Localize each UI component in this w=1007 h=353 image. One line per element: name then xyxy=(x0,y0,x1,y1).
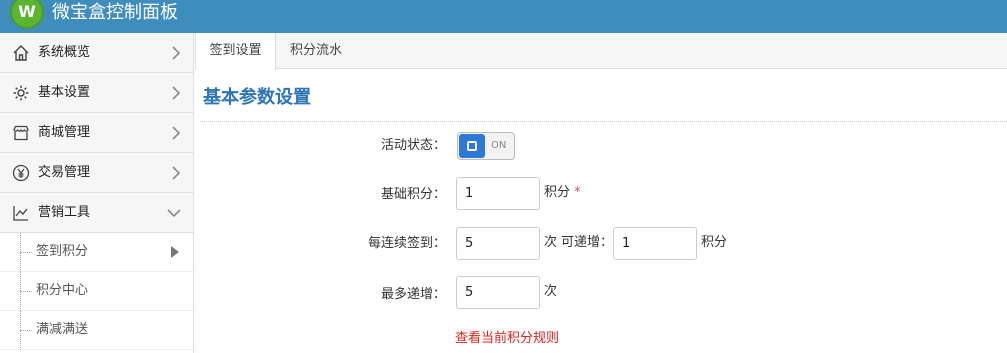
section-divider xyxy=(200,121,1007,122)
home-icon xyxy=(13,45,29,61)
sidebar-item-label: 系统概览 xyxy=(38,45,91,60)
marketing-submenu: 签到积分 积分中心 满减满送 xyxy=(0,233,193,350)
sidebar-subitem-discount[interactable]: 满减满送 xyxy=(0,311,193,350)
section-title: 基本参数设置 xyxy=(203,87,311,108)
app-title: 微宝盒控制面板 xyxy=(52,2,178,23)
sidebar-subitem-label: 满减满送 xyxy=(36,322,89,337)
store-icon xyxy=(13,125,29,141)
sidebar-subitem-label: 签到积分 xyxy=(36,244,89,259)
chevron-right-icon xyxy=(172,166,181,180)
increment-unit: 积分 xyxy=(701,235,728,250)
increment-label: 可递增： xyxy=(561,235,614,250)
sidebar-item-label: 基本设置 xyxy=(38,85,91,100)
max-increment-input[interactable]: 5 xyxy=(456,276,540,309)
chart-icon xyxy=(13,206,28,221)
streak-label: 每连续签到： xyxy=(367,236,446,251)
gear-icon xyxy=(13,85,29,101)
sidebar-item-overview[interactable]: 系统概览 xyxy=(0,33,193,73)
chevron-down-icon xyxy=(167,209,181,218)
unit-text: 积分 xyxy=(544,185,571,200)
activity-status-toggle[interactable]: ON xyxy=(457,132,515,160)
max-increment-label: 最多递增： xyxy=(380,287,446,302)
base-points-unit: 积分 * xyxy=(544,183,581,203)
sidebar-item-basic-settings[interactable]: 基本设置 xyxy=(0,73,193,113)
sidebar-subitem-label: 积分中心 xyxy=(36,283,89,298)
sidebar-item-label: 营销工具 xyxy=(38,205,91,220)
base-points-input[interactable]: 1 xyxy=(456,177,540,210)
active-arrow-icon xyxy=(171,246,179,258)
chevron-right-icon xyxy=(172,46,181,60)
sidebar-item-marketing[interactable]: 营销工具 xyxy=(0,193,193,233)
sidebar-subitem-points-center[interactable]: 积分中心 xyxy=(0,272,193,311)
toggle-knob xyxy=(459,134,485,158)
sidebar-item-label: 商城管理 xyxy=(38,125,91,140)
sidebar-subitem-checkin-points[interactable]: 签到积分 xyxy=(0,233,193,272)
required-mark: * xyxy=(574,185,581,200)
view-rules-link[interactable]: 查看当前积分规则 xyxy=(455,327,559,346)
max-increment-unit: 次 xyxy=(544,284,558,299)
sidebar: 系统概览 基本设置 商城管理 交易管理 营销工具 签到积分 积分中心 满减满送 xyxy=(0,33,194,353)
toggle-on-text: ON xyxy=(491,140,507,151)
increment-input[interactable]: 1 xyxy=(613,227,697,260)
top-bar: W 微宝盒控制面板 xyxy=(0,0,1007,33)
tab-points-flow[interactable]: 积分流水 xyxy=(276,33,356,70)
status-label: 活动状态： xyxy=(380,138,446,153)
tab-checkin-settings[interactable]: 签到设置 xyxy=(195,33,276,70)
chevron-right-icon xyxy=(172,126,181,140)
streak-unit: 次 xyxy=(544,235,558,250)
sidebar-item-label: 交易管理 xyxy=(38,165,91,180)
base-points-label: 基础积分： xyxy=(380,187,446,202)
tab-bar: 签到设置 积分流水 xyxy=(195,33,1007,70)
chevron-right-icon xyxy=(172,86,181,100)
toggle-square-icon xyxy=(467,141,477,151)
sidebar-item-trade[interactable]: 交易管理 xyxy=(0,153,193,193)
yen-icon xyxy=(12,164,30,182)
app-logo: W xyxy=(10,0,44,29)
main-content: 签到设置 积分流水 基本参数设置 活动状态： ON 基础积分： 1 积分 * 每… xyxy=(195,33,1007,353)
streak-input[interactable]: 5 xyxy=(456,227,540,260)
sidebar-item-mall[interactable]: 商城管理 xyxy=(0,113,193,153)
